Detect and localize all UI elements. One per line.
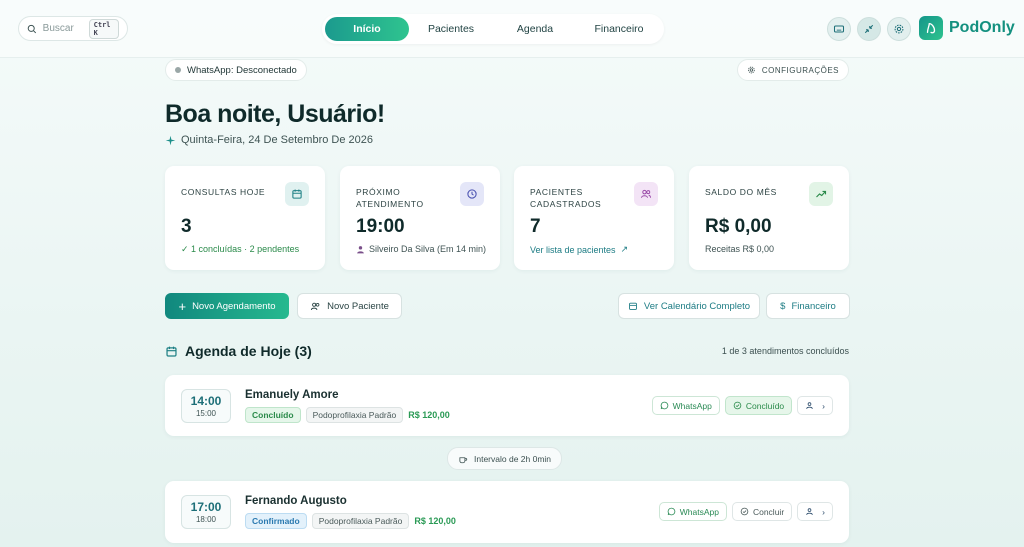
appointment-card[interactable]: 17:00 18:00 Fernando Augusto Confirmado … [165,481,849,543]
end-time: 15:00 [195,409,217,418]
card-sub: ✓ 1 concluídas · 2 pendentes [181,244,300,254]
end-time: 18:00 [195,515,217,524]
chat-icon [660,401,668,410]
tab-pacientes[interactable]: Pacientes [409,17,493,41]
agenda-summary: 1 de 3 atendimentos concluídos [721,346,849,356]
full-calendar-button[interactable]: Ver Calendário Completo [618,293,760,319]
status-badge: Concluído [245,407,301,423]
external-link-icon: ↗ [620,244,629,254]
config-label: CONFIGURAÇÕES [761,65,839,75]
card-saldo-mes: SALDO DO MÊS R$ 0,00 Receitas R$ 0,00 [689,166,849,270]
procedure-badge: Podoprofilaxia Padrão [305,407,404,423]
top-bar: Ctrl K Início Pacientes Agenda Financeir… [0,0,1024,58]
tab-agenda[interactable]: Agenda [493,17,577,41]
card-proximo-atendimento: PRÓXIMO ATENDIMENTO 19:00 Silveiro Da Sil… [340,166,500,270]
new-appointment-button[interactable]: + Novo Agendamento [165,293,289,319]
tab-financeiro[interactable]: Financeiro [577,17,661,41]
new-patient-button[interactable]: Novo Paciente [297,293,402,319]
patient-detail-button[interactable]: › [797,396,833,415]
procedure-badge: Podoprofilaxia Padrão [311,513,410,529]
card-value: R$ 0,00 [705,216,772,237]
clock-icon [460,182,484,206]
date-label: Quinta-Feira, 24 De Setembro De 2026 [181,134,373,146]
price: R$ 120,00 [408,410,450,420]
start-time: 14:00 [190,394,222,408]
card-sub: Silveiro Da Silva (Em 14 min) [356,244,486,254]
check-circle-icon [733,401,742,410]
chat-icon [667,507,675,516]
person-icon [806,402,813,409]
current-date: Quinta-Feira, 24 De Setembro De 2026 [165,134,373,146]
dollar-icon: $ [780,300,786,312]
appointment-tags: Concluído Podoprofilaxia Padrão R$ 120,0… [245,407,450,423]
patients-list-link[interactable]: Ver lista de pacientes ↗ [530,244,660,255]
appointment-actions: WhatsApp Concluir › [658,502,833,521]
calendar-icon [629,302,637,310]
shortcut-hint: Ctrl K [88,18,119,39]
chevron-right-icon: › [822,400,825,411]
time-box: 17:00 18:00 [181,495,231,529]
card-sub: Receitas R$ 0,00 [705,244,775,254]
main-nav: Início Pacientes Agenda Financeiro [322,14,664,44]
whatsapp-button[interactable]: WhatsApp [658,502,727,521]
person-icon [357,245,364,253]
calendar-icon [166,346,177,357]
status-dot [175,67,181,73]
users-icon [634,182,658,206]
card-title: SALDO DO MÊS [705,187,777,197]
settings-button[interactable] [887,17,911,41]
status-badge: Confirmado [245,513,307,529]
person-icon [806,508,813,515]
brand-logo[interactable]: PodOnly [919,16,1015,40]
sparkle-icon [165,135,176,145]
appointment-actions: WhatsApp Concluído › [651,396,833,415]
card-consultas-hoje: CONSULTAS HOJE 3 ✓ 1 concluídas · 2 pend… [165,166,325,270]
agenda-title: Agenda de Hoje (3) [165,343,312,359]
patient-name: Emanuely Amore [245,389,339,401]
appointment-tags: Confirmado Podoprofilaxia Padrão R$ 120,… [245,513,456,529]
search-icon [27,24,37,33]
gear-icon [894,24,904,34]
whatsapp-button[interactable]: WhatsApp [651,396,720,415]
trend-up-icon [809,182,833,206]
check-circle-icon [740,507,749,516]
calendar-icon [285,182,309,206]
whatsapp-status-label: WhatsApp: Desconectado [187,64,297,76]
keyboard-button[interactable] [827,17,851,41]
card-title: PRÓXIMO ATENDIMENTO [356,187,424,209]
search-box[interactable]: Ctrl K [18,16,128,41]
finance-button[interactable]: $ Financeiro [766,293,850,319]
card-value: 19:00 [356,216,405,237]
gear-icon [748,66,755,74]
card-value: 3 [181,216,192,237]
collapse-icon [864,24,874,34]
card-title: CONSULTAS HOJE [181,187,266,197]
time-box: 14:00 15:00 [181,389,231,423]
card-title: PACIENTES CADASTRADOS [530,187,602,209]
interval-badge: Intervalo de 2h 0min [447,447,563,470]
price: R$ 120,00 [414,516,456,526]
chevron-right-icon: › [822,506,825,517]
card-value: 7 [530,216,541,237]
search-input[interactable] [42,23,83,34]
greeting: Boa noite, Usuário! [165,100,385,128]
users-icon [311,302,320,310]
patient-name: Fernando Augusto [245,495,347,507]
brand-name: PodOnly [949,19,1015,36]
whatsapp-status[interactable]: WhatsApp: Desconectado [165,59,307,81]
collapse-button[interactable] [857,17,881,41]
config-button[interactable]: CONFIGURAÇÕES [737,59,849,81]
card-pacientes-cadastrados: PACIENTES CADASTRADOS 7 Ver lista de paci… [514,166,674,270]
appointment-card[interactable]: 14:00 15:00 Emanuely Amore Concluído Pod… [165,375,849,436]
plus-icon: + [178,298,187,314]
coffee-icon [459,456,468,463]
patient-detail-button[interactable]: › [797,502,833,521]
keyboard-icon [833,25,845,33]
complete-button[interactable]: Concluir [731,502,793,521]
start-time: 17:00 [190,500,222,514]
tab-inicio[interactable]: Início [325,17,409,41]
foot-logo-icon [919,16,943,40]
completed-button[interactable]: Concluído [724,396,793,415]
